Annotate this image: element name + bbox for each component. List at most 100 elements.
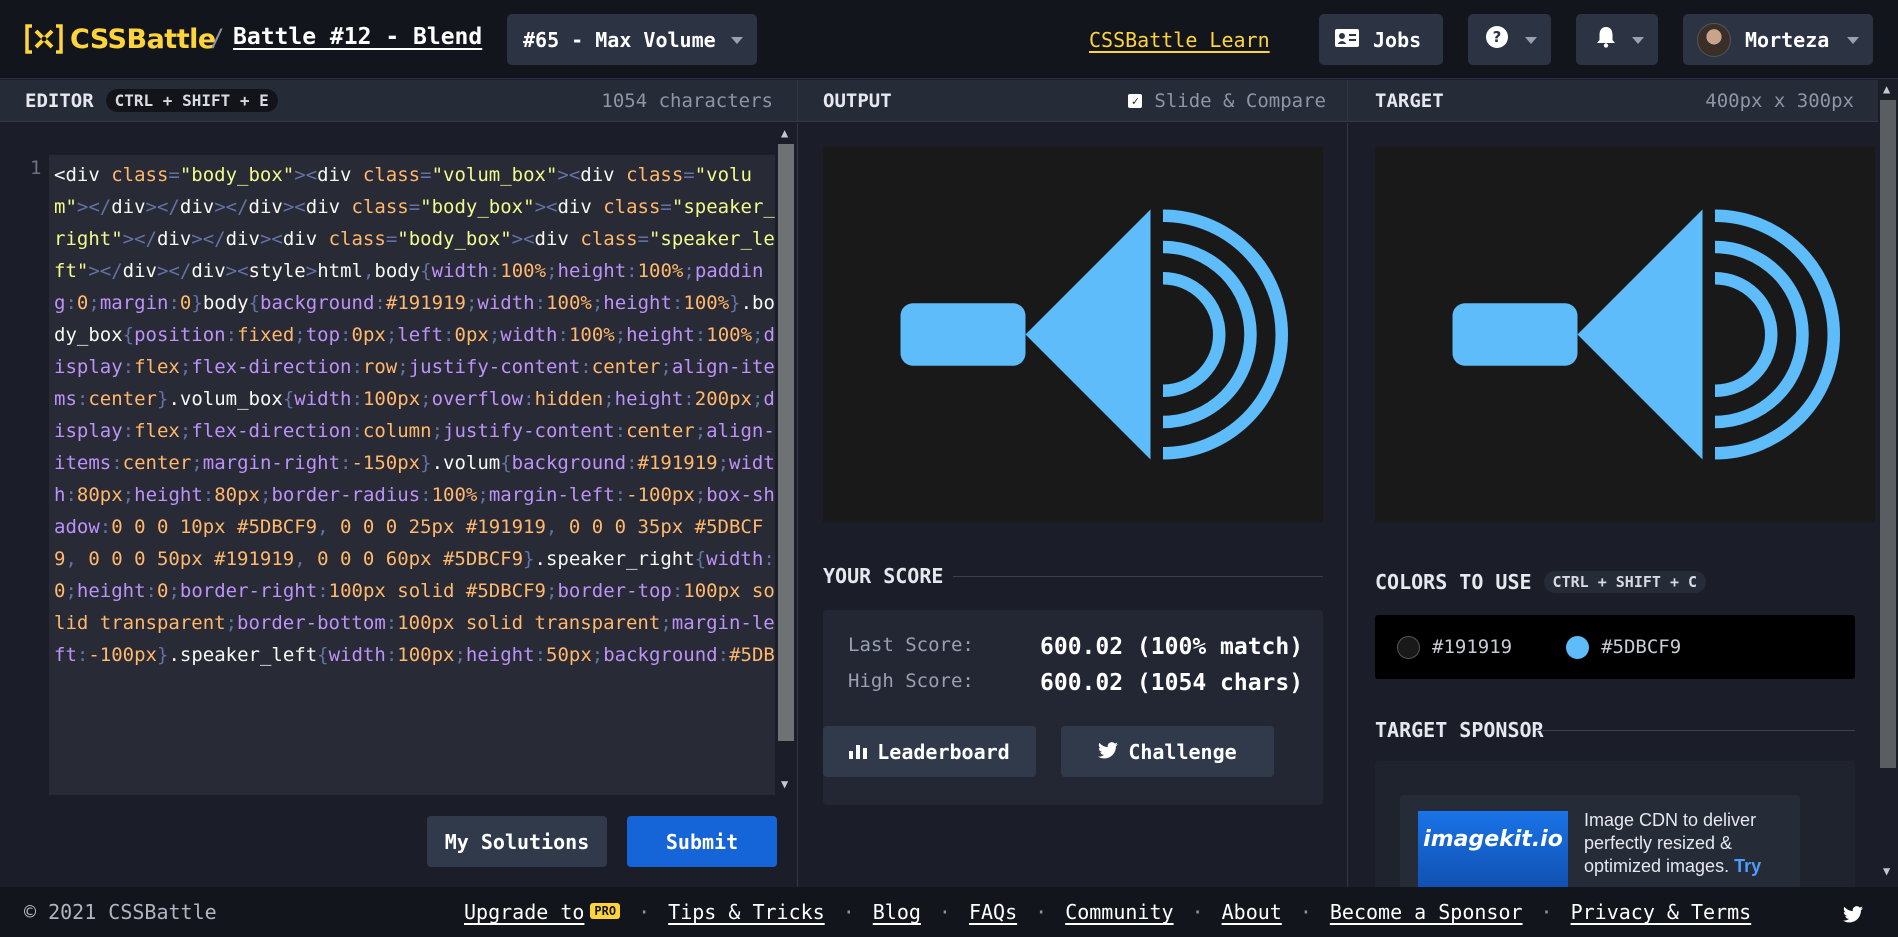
code-token: width [431,260,489,282]
editor-scrollbar[interactable] [778,144,794,741]
code-token: : [351,356,363,378]
code-token: ></ [88,260,123,282]
cssbattle-logo[interactable]: CSSBattle [24,22,216,56]
line-number: 1 [30,157,42,179]
code-token: 100px solid transparent [397,612,661,634]
code-token: = [420,164,432,186]
code-token: ; [259,484,272,506]
upgrade-link[interactable]: Upgrade to PRO [464,900,621,924]
scroll-up-arrow-icon[interactable]: ▲ [781,126,788,140]
code-token: 100% [568,324,615,346]
output-pane: YOUR SCORE Last Score: 600.02 (100% matc… [797,123,1347,887]
code-token: = [683,164,695,186]
privacy-terms-link[interactable]: Privacy & Terms [1571,900,1752,924]
jobs-button[interactable]: Jobs [1319,14,1443,65]
code-token: top [305,324,341,346]
code-token: height [76,580,146,602]
code-token: #191919 [637,452,718,474]
footer-separator: · [938,900,951,924]
checkbox-checked-icon[interactable]: ✓ [1128,93,1143,108]
slide-compare-toggle[interactable]: ✓ Slide & Compare [1128,90,1326,112]
code-token: ; [694,420,707,442]
faqs-link[interactable]: FAQs [969,900,1017,924]
code-token: overflow [431,388,524,410]
code-token: >< [534,196,558,218]
become-sponsor-link[interactable]: Become a Sponsor [1330,900,1523,924]
color-swatch-dark[interactable]: #191919 [1397,635,1512,659]
your-score-title: YOUR SCORE [823,564,944,588]
speaker-volume-icon [1375,147,1875,522]
user-menu-button[interactable]: Morteza [1683,14,1873,65]
code-token: : [523,388,535,410]
help-menu-button[interactable]: ? [1468,14,1551,65]
sponsor-card[interactable]: imagekit.io Image CDN to deliver perfect… [1400,795,1800,887]
code-editor[interactable]: <div class="body_box"><div class="volum_… [49,155,775,795]
code-token: row [362,356,398,378]
submit-button[interactable]: Submit [627,816,777,867]
code-token: .speaker_right [534,548,695,570]
last-score-label: Last Score: [848,634,974,656]
bell-icon [1596,26,1616,53]
code-token: ; [385,324,398,346]
code-token: 0 0 0 50px #191919 [88,548,295,570]
code-token: 0 0 0 25px #191919 [340,516,546,538]
scroll-down-arrow-icon[interactable]: ▼ [1883,864,1890,878]
code-token: : [614,420,627,442]
code-token: ; [477,484,489,506]
code-token: : [99,516,112,538]
imagekit-logo[interactable]: imagekit.io [1418,811,1568,887]
code-token: justify-content [443,420,615,442]
code-token: { [248,292,261,314]
code-token: height [465,644,535,666]
code-token: : [168,292,180,314]
output-canvas[interactable] [823,147,1323,522]
code-token: height [614,388,684,410]
speaker-volume-icon [823,147,1323,522]
code-token: left [397,324,444,346]
code-token: ; [683,260,695,282]
about-link[interactable]: About [1222,900,1282,924]
code-token: > [225,260,238,282]
code-token: ></ [214,196,249,218]
code-token: , [362,260,375,282]
tips-link[interactable]: Tips & Tricks [668,900,825,924]
code-token: { [282,388,295,410]
scroll-down-arrow-icon[interactable]: ▼ [781,777,788,791]
page-scrollbar[interactable]: ▲ ▼ [1878,80,1898,887]
code-token: ; [65,580,77,602]
community-link[interactable]: Community [1065,900,1173,924]
my-solutions-button[interactable]: My Solutions [427,816,607,867]
code-token: ; [397,356,409,378]
code-token: : [420,484,432,506]
code-token: width [706,548,764,570]
code-token: class [351,196,409,218]
code-token: ; [660,612,672,634]
code-token: flex-direction [191,356,352,378]
code-token: : [65,484,77,506]
leaderboard-label: Leaderboard [877,739,1010,764]
user-name: Morteza [1745,27,1830,52]
blog-link[interactable]: Blog [873,900,921,924]
sponsor-try-link[interactable]: Try [1734,856,1761,876]
divider [1536,730,1855,731]
code-token: .speaker_left [168,644,318,666]
code-token: ; [751,388,764,410]
code-token: : [374,292,386,314]
code-token: border-top [557,580,672,602]
challenge-button[interactable]: Challenge [1061,726,1274,777]
code-token: : [340,452,352,474]
page-scrollbar-thumb[interactable] [1880,100,1896,768]
scroll-up-arrow-icon[interactable]: ▲ [1883,82,1890,96]
battle-title-link[interactable]: Battle #12 - Blend [233,24,482,50]
notifications-button[interactable] [1576,14,1658,65]
color-swatch-blue[interactable]: #5DBCF9 [1566,635,1681,659]
code-token: height [603,292,672,314]
cssbattle-learn-link[interactable]: CSSBattle Learn [1089,28,1270,52]
code-token: 0 [54,580,66,602]
code-token: } [420,452,432,474]
code-token: hidden [534,388,604,410]
twitter-icon[interactable] [1843,904,1863,928]
leaderboard-button[interactable]: Leaderboard [823,726,1036,777]
target-select-dropdown[interactable]: #65 - Max Volume [507,14,757,65]
code-token: body [202,292,249,314]
